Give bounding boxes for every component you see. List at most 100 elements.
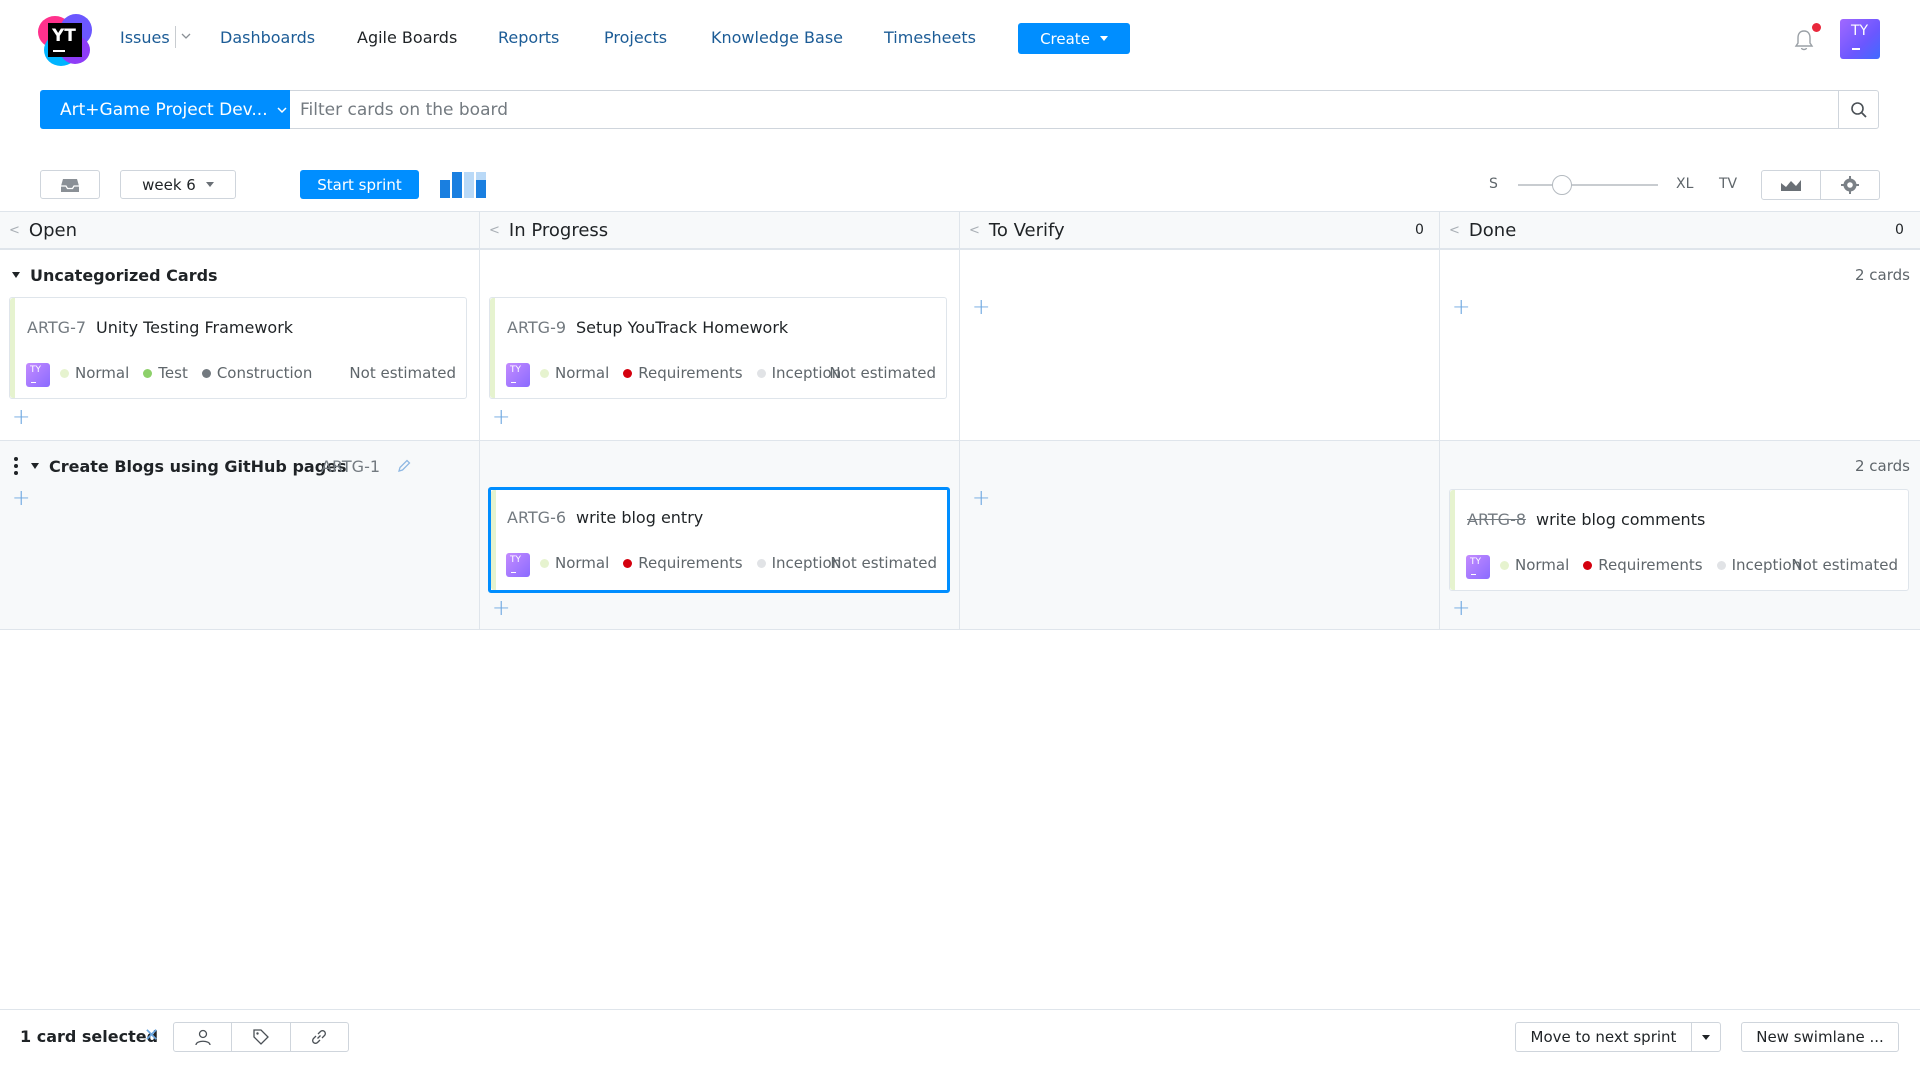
assignee-avatar[interactable]: TY: [506, 553, 530, 577]
user-avatar[interactable]: TY: [1840, 19, 1880, 59]
stage-field[interactable]: Construction: [201, 364, 312, 382]
search-input[interactable]: [300, 91, 1790, 128]
priority-stripe: [490, 298, 495, 398]
priority-field[interactable]: Normal: [540, 364, 609, 382]
board-chart-icon[interactable]: [440, 170, 488, 200]
type-field[interactable]: Requirements: [1583, 556, 1703, 574]
nav-dashboards[interactable]: Dashboards: [220, 28, 315, 47]
type-field[interactable]: Test: [143, 364, 188, 382]
estimation-field[interactable]: Not estimated: [349, 364, 456, 382]
create-button[interactable]: Create: [1018, 23, 1130, 54]
priority-field[interactable]: Normal: [1500, 556, 1569, 574]
search-button[interactable]: [1838, 91, 1878, 128]
swimlane-issue-id[interactable]: ARTG-1: [321, 457, 380, 476]
column-to-verify[interactable]: < To Verify: [969, 212, 1065, 249]
add-card-button[interactable]: +: [12, 407, 30, 429]
estimation-field[interactable]: Not estimated: [1791, 556, 1898, 574]
card-size-slider-track[interactable]: [1518, 184, 1658, 186]
type-field[interactable]: Requirements: [623, 364, 743, 382]
issue-card[interactable]: ARTG-8 write blog comments TY Normal Req…: [1449, 489, 1909, 591]
issue-card[interactable]: ARTG-7 Unity Testing Framework TY Normal…: [9, 297, 467, 399]
card-size-slider-handle[interactable]: [1552, 175, 1572, 195]
youtrack-logo[interactable]: YT: [38, 14, 92, 66]
nav-reports[interactable]: Reports: [498, 28, 559, 47]
board-reports-button[interactable]: [1762, 171, 1820, 199]
link-button[interactable]: [289, 1023, 348, 1051]
start-sprint-button[interactable]: Start sprint: [300, 170, 419, 199]
priority-field[interactable]: Normal: [540, 554, 609, 572]
priority-stripe: [491, 490, 496, 590]
collapse-swimlane-icon[interactable]: [12, 272, 20, 278]
nav-projects[interactable]: Projects: [604, 28, 667, 47]
edit-pencil-icon[interactable]: [396, 458, 412, 474]
caret-down-icon: [1099, 36, 1108, 41]
board-selector[interactable]: Art+Game Project Dev...: [40, 90, 290, 129]
assignee-avatar[interactable]: TY: [26, 363, 50, 387]
assign-button[interactable]: [174, 1023, 231, 1051]
add-card-button[interactable]: +: [972, 297, 990, 319]
card-title[interactable]: Setup YouTrack Homework: [576, 318, 788, 337]
top-header: YT Issues Dashboards Agile Boards Report…: [0, 0, 1920, 78]
type-field[interactable]: Requirements: [623, 554, 743, 572]
add-card-button[interactable]: +: [492, 598, 510, 620]
stage-dot: [756, 558, 766, 568]
size-min-label: S: [1489, 176, 1498, 192]
add-card-button[interactable]: +: [492, 407, 510, 429]
card-title[interactable]: write blog entry: [576, 508, 703, 527]
column-done[interactable]: < Done: [1449, 212, 1516, 249]
sprint-selector[interactable]: week 6: [120, 170, 236, 199]
estimation-field[interactable]: Not estimated: [830, 554, 937, 572]
card-fields: Normal Requirements Inception: [540, 364, 841, 382]
board-settings-button[interactable]: [1820, 171, 1879, 199]
issue-card-selected[interactable]: ARTG-6 write blog entry TY Normal Requir…: [488, 487, 950, 593]
column-divider: [1439, 211, 1440, 630]
card-issue-id[interactable]: ARTG-7: [27, 318, 86, 337]
stage-field[interactable]: Inception: [756, 554, 841, 572]
collapse-column-icon[interactable]: <: [489, 223, 500, 238]
assignee-avatar[interactable]: TY: [506, 363, 530, 387]
caret-down-icon[interactable]: [1691, 1023, 1720, 1051]
nav-issues[interactable]: Issues: [120, 28, 170, 47]
stage-dot: [756, 368, 766, 378]
nav-knowledge-base[interactable]: Knowledge Base: [711, 28, 843, 47]
issue-card[interactable]: ARTG-9 Setup YouTrack Homework TY Normal…: [489, 297, 947, 399]
board-name: Art+Game Project Dev...: [60, 99, 268, 120]
column-in-progress[interactable]: < In Progress: [489, 212, 608, 249]
chevron-down-icon[interactable]: [180, 30, 192, 42]
inbox-icon: [61, 178, 79, 192]
tag-button[interactable]: [231, 1023, 289, 1051]
add-card-button[interactable]: +: [12, 488, 30, 510]
add-card-button[interactable]: +: [1452, 598, 1470, 620]
priority-field[interactable]: Normal: [60, 364, 129, 382]
new-swimlane-button[interactable]: New swimlane ...: [1741, 1022, 1899, 1052]
swimlane-card-count: 2 cards: [1855, 457, 1910, 475]
collapse-swimlane-icon[interactable]: [31, 463, 39, 469]
collapse-column-icon[interactable]: <: [969, 223, 980, 238]
move-to-next-sprint-button[interactable]: Move to next sprint: [1515, 1022, 1721, 1052]
card-issue-id[interactable]: ARTG-8: [1467, 510, 1526, 529]
tag-icon: [253, 1029, 269, 1045]
column-open[interactable]: < Open: [9, 212, 77, 249]
stage-field[interactable]: Inception: [1716, 556, 1801, 574]
nav-timesheets[interactable]: Timesheets: [884, 28, 976, 47]
collapse-column-icon[interactable]: <: [9, 223, 20, 238]
notifications-bell-icon[interactable]: [1793, 28, 1815, 52]
add-card-button[interactable]: +: [1452, 297, 1470, 319]
swimlane-card-count: 2 cards: [1855, 266, 1910, 284]
card-issue-id[interactable]: ARTG-6: [507, 508, 566, 527]
selection-actions: [173, 1022, 349, 1052]
add-card-button[interactable]: +: [972, 488, 990, 510]
assignee-avatar[interactable]: TY: [1466, 555, 1490, 579]
tv-mode-button[interactable]: TV: [1719, 176, 1737, 192]
swimlane-title[interactable]: Create Blogs using GitHub pages: [49, 457, 347, 476]
selection-count: 1 card selected: [20, 1027, 159, 1046]
card-title[interactable]: Unity Testing Framework: [96, 318, 293, 337]
card-issue-id[interactable]: ARTG-9: [507, 318, 566, 337]
clear-selection-icon[interactable]: ✕: [144, 1025, 159, 1046]
swimlane-menu-icon[interactable]: [14, 457, 18, 475]
card-title[interactable]: write blog comments: [1536, 510, 1705, 529]
collapse-column-icon[interactable]: <: [1449, 223, 1460, 238]
nav-agile-boards[interactable]: Agile Boards: [357, 28, 457, 47]
estimation-field[interactable]: Not estimated: [829, 364, 936, 382]
backlog-button[interactable]: [40, 170, 100, 199]
